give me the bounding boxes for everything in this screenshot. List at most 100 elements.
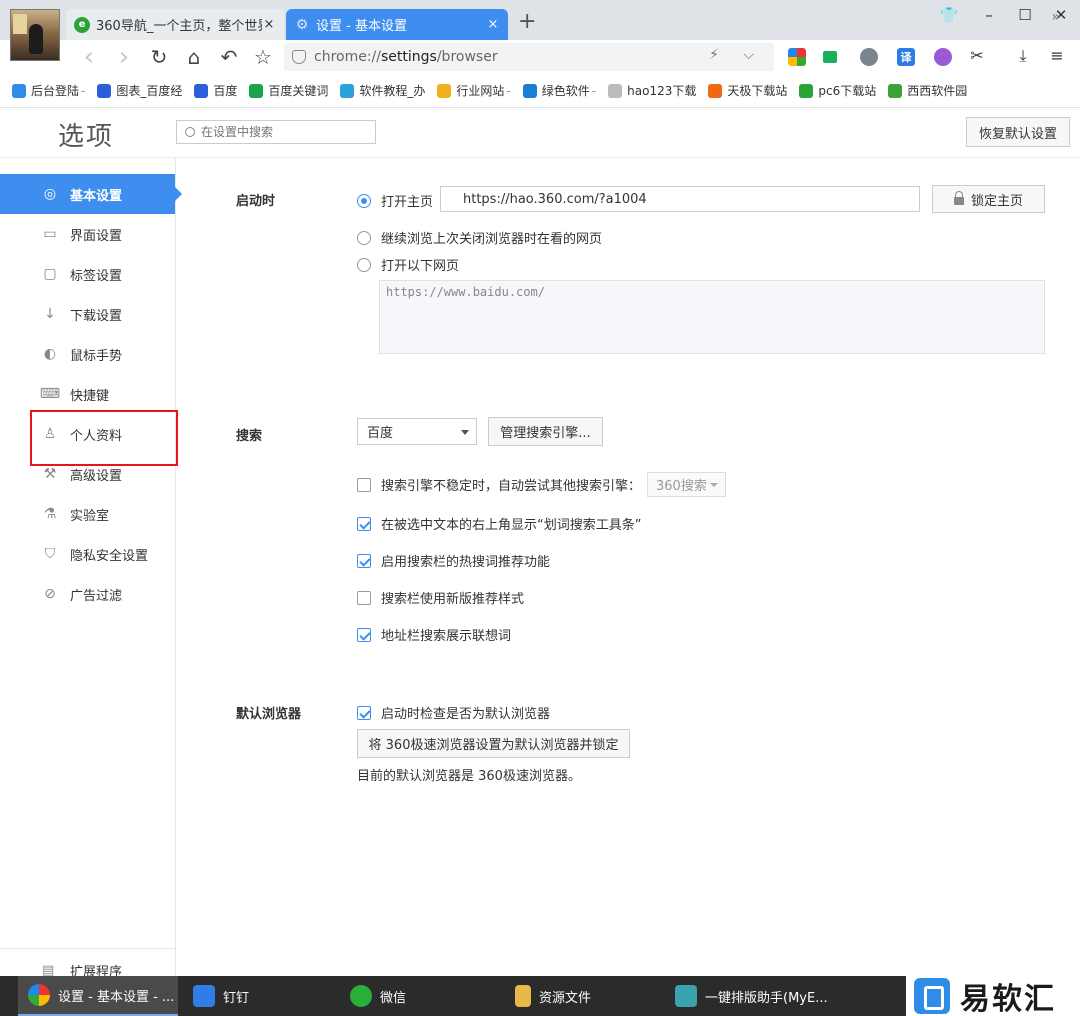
new-tab-button[interactable]: +: [518, 10, 536, 34]
manage-search-engines-button[interactable]: 管理搜索引擎...: [488, 417, 603, 446]
tab-close-icon[interactable]: ×: [262, 17, 276, 32]
apps-grid-icon[interactable]: [788, 48, 806, 66]
radio-button[interactable]: [357, 257, 371, 272]
option-address-suggest[interactable]: 地址栏搜索展示联想词: [357, 625, 511, 644]
bookmark-item[interactable]: pc6下载站: [799, 82, 876, 99]
bookmark-item[interactable]: 软件教程_办: [340, 82, 425, 99]
watermark-logo: 易软汇: [906, 976, 1080, 1016]
settings-search-input[interactable]: [201, 125, 371, 139]
lock-homepage-button[interactable]: 锁定主页: [932, 185, 1045, 213]
address-actions[interactable]: ⚡ ⌵: [709, 47, 764, 63]
taskbar-item-browser[interactable]: 设置 - 基本设置 - ...: [18, 976, 178, 1016]
settings-search[interactable]: [176, 120, 376, 144]
startup-option-pages[interactable]: 打开以下网页: [357, 255, 459, 274]
fallback-engine-select[interactable]: 360搜索: [647, 472, 727, 497]
profile-avatar[interactable]: [10, 9, 60, 61]
bookmark-item[interactable]: 天极下载站: [708, 82, 787, 99]
radio-button[interactable]: [357, 230, 371, 245]
maximize-button[interactable]: ☐: [1013, 6, 1037, 24]
sidebar-item-flask[interactable]: ⚗ 实验室: [0, 494, 175, 534]
radio-button[interactable]: [357, 193, 371, 208]
set-default-browser-button[interactable]: 将 360极速浏览器设置为默认浏览器并锁定: [357, 729, 630, 758]
bookmark-item[interactable]: hao123下载: [608, 82, 696, 99]
checkbox[interactable]: [357, 590, 371, 605]
sidebar-item-shield[interactable]: ⛉ 隐私安全设置: [0, 534, 175, 574]
minimize-button[interactable]: –: [977, 6, 1001, 24]
section-label-default-browser: 默认浏览器: [236, 707, 302, 722]
sidebar-item-wrench[interactable]: ⚒ 高级设置: [0, 454, 175, 494]
sidebar-item-settings[interactable]: ◎ 基本设置: [0, 174, 182, 214]
forward-button[interactable]: ›: [111, 44, 137, 70]
sidebar-item-download[interactable]: ↓ 下载设置: [0, 294, 175, 334]
download-icon[interactable]: ⤓: [1012, 46, 1034, 66]
browser-app-icon: [28, 984, 50, 1006]
restore-defaults-button[interactable]: 恢复默认设置: [966, 117, 1070, 147]
screenshot-cut-icon[interactable]: ✂: [966, 46, 988, 65]
checkbox[interactable]: [357, 553, 371, 568]
option-new-style[interactable]: 搜索栏使用新版推荐样式: [357, 588, 524, 607]
option-check-default[interactable]: 启动时检查是否为默认浏览器: [357, 703, 550, 722]
mouse-icon: ◐: [43, 346, 57, 362]
bookmarks-overflow-icon[interactable]: »: [1051, 9, 1060, 25]
sidebar-item-label: 个人资料: [70, 428, 123, 444]
bookmark-item[interactable]: 绿色软件 -: [522, 82, 596, 99]
sidebar-item-block[interactable]: ⊘ 广告过滤: [0, 574, 175, 614]
bookmark-item[interactable]: 行业网站 -: [437, 82, 511, 99]
address-url[interactable]: chrome://settings/browser: [314, 49, 498, 65]
extension-gray-icon[interactable]: [860, 48, 878, 66]
option-selection-toolbar[interactable]: 在被选中文本的右上角显示“划词搜索工具条”: [357, 514, 641, 533]
sidebar-item-label: 高级设置: [70, 468, 123, 484]
tab-close-icon[interactable]: ×: [486, 17, 500, 32]
bookmark-label: 后台登陆: [31, 84, 80, 98]
bookmark-item[interactable]: 后台登陆 -: [12, 82, 85, 99]
checkbox-label: 在被选中文本的右上角显示“划词搜索工具条”: [381, 518, 642, 533]
chevron-down-icon: [461, 430, 469, 435]
sidebar-item-person[interactable]: ♙ 个人资料: [0, 414, 175, 454]
fallback-engine-value: 360搜索: [656, 479, 707, 494]
bookmark-item[interactable]: 西西软件园: [888, 82, 967, 99]
sidebar-item-keyboard[interactable]: ⌨ 快捷键: [0, 374, 175, 414]
translate-icon[interactable]: 译: [897, 48, 915, 66]
sidebar-item-tab[interactable]: ▢ 标签设置: [0, 254, 175, 294]
taskbar-item-typesetter[interactable]: 一键排版助手(MyE...: [665, 976, 845, 1016]
back-button[interactable]: ‹: [76, 44, 102, 70]
option-hot-search[interactable]: 启用搜索栏的热搜词推荐功能: [357, 551, 550, 570]
checkbox[interactable]: [357, 477, 371, 492]
bookmark-item[interactable]: 图表_百度经: [97, 82, 182, 99]
brand-logo-icon: [914, 978, 950, 1014]
download-icon: ↓: [44, 306, 56, 322]
checkbox[interactable]: [357, 516, 371, 531]
startup-option-homepage[interactable]: 打开主页: [357, 191, 433, 210]
undo-close-button[interactable]: ↶: [216, 44, 242, 70]
sidebar-item-mouse[interactable]: ◐ 鼠标手势: [0, 334, 175, 374]
extension-purple-icon[interactable]: [934, 48, 952, 66]
bookmark-item[interactable]: 百度: [194, 82, 237, 99]
main-menu-icon[interactable]: ≡: [1046, 46, 1068, 65]
tab-settings[interactable]: ⚙ 设置 - 基本设置 ×: [286, 9, 508, 40]
bookmark-star-button[interactable]: ☆: [250, 44, 276, 70]
startup-option-continue[interactable]: 继续浏览上次关闭浏览器时在看的网页: [357, 228, 602, 247]
taskbar-item-files[interactable]: 资源文件: [505, 976, 665, 1016]
tab-360-nav[interactable]: e 360导航_一个主页，整个世界 ×: [66, 9, 284, 40]
360-nav-icon: e: [74, 16, 90, 33]
sidebar-item-window[interactable]: ▭ 界面设置: [0, 214, 175, 254]
skin-icon[interactable]: 👕: [937, 6, 961, 24]
bookmark-label: 百度关键词: [268, 84, 329, 98]
checkbox[interactable]: [357, 705, 371, 720]
extension-green-icon[interactable]: [823, 51, 837, 63]
checkbox[interactable]: [357, 627, 371, 642]
address-bar[interactable]: chrome://settings/browser ⚡ ⌵: [284, 43, 774, 71]
homepage-url-field[interactable]: https://hao.360.com/?a1004: [440, 186, 920, 212]
taskbar-item-dingtalk[interactable]: 钉钉: [183, 976, 333, 1016]
bookmark-folder-indicator: -: [506, 83, 511, 98]
search-engine-select[interactable]: 百度: [357, 418, 477, 445]
bookmark-favicon-icon: [340, 83, 355, 98]
bookmark-item[interactable]: 百度关键词: [249, 82, 328, 99]
reload-button[interactable]: ↻: [146, 44, 172, 70]
startup-pages-textarea[interactable]: https://www.baidu.com/: [379, 280, 1045, 354]
taskbar-item-wechat[interactable]: 微信: [340, 976, 500, 1016]
option-fallback-engine[interactable]: 搜索引擎不稳定时，自动尝试其他搜索引擎： 360搜索: [357, 472, 727, 497]
bookmark-favicon-icon: [608, 83, 623, 98]
sidebar-item-label: 隐私安全设置: [70, 548, 149, 564]
home-button[interactable]: ⌂: [181, 44, 207, 70]
